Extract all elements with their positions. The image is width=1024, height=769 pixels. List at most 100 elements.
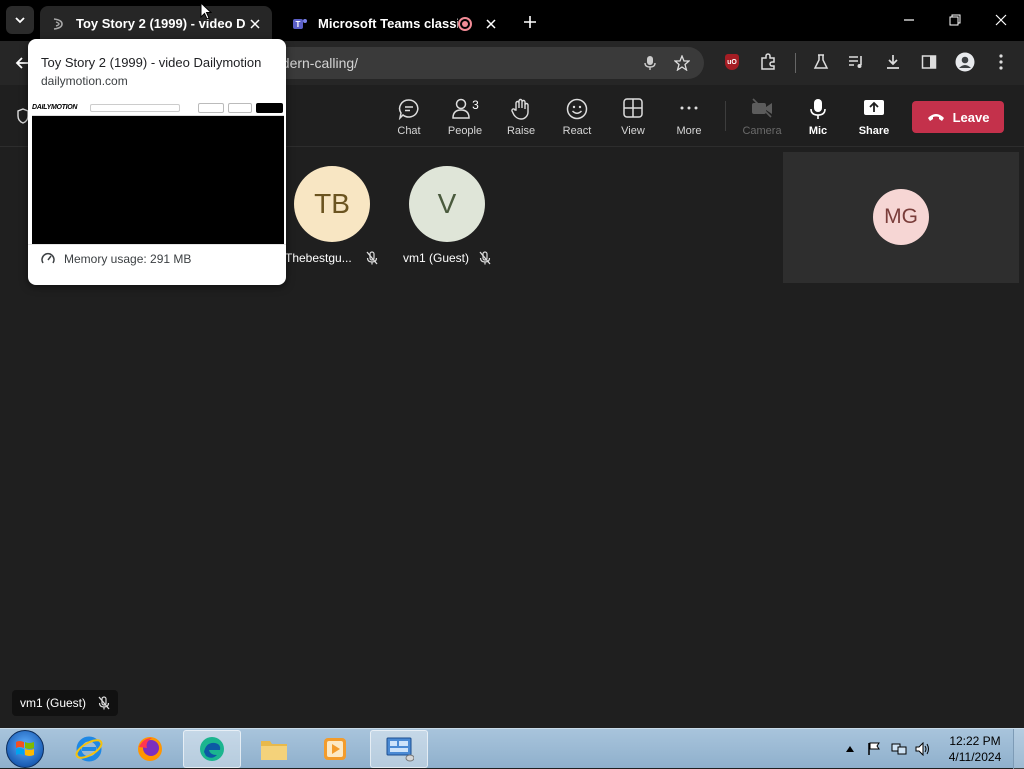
people-button[interactable]: 3 People [437,85,493,147]
react-button[interactable]: React [549,85,605,147]
tab-search-button[interactable] [6,6,34,34]
avatar: V [409,166,485,242]
side-panel-icon[interactable] [918,51,940,73]
close-icon [995,14,1007,26]
ublock-origin-icon[interactable]: uO [721,51,743,73]
chevron-up-icon [846,746,854,752]
mic-label: Mic [808,125,828,137]
minimize-button[interactable] [886,0,932,40]
show-hidden-icons-button[interactable] [842,729,858,769]
media-player-icon [324,738,346,760]
restore-icon [949,14,961,26]
thumbnail-button [198,103,224,113]
participant-tile-tb[interactable]: TB Thebestgu... [285,166,378,265]
show-desktop-button[interactable] [1013,729,1024,769]
raise-label: Raise [506,125,536,137]
start-button[interactable] [6,730,44,768]
participant-name: Thebestgu... [285,251,378,265]
tab-title: Microsoft Teams classic [318,16,458,31]
chevron-down-icon [15,17,25,24]
participant-name-text: vm1 (Guest) [403,251,470,265]
thumbnail-logo: DAILYMOTION [32,104,78,111]
clock-date: 4/11/2024 [948,750,1002,764]
avatar: MG [873,189,929,245]
edge-browser-icon [200,737,224,761]
leave-button[interactable]: Leave [912,101,1004,133]
volume-icon[interactable] [913,729,933,769]
taskbar-firefox[interactable] [121,730,179,768]
people-icon [452,98,470,119]
browser-tab-strip: Toy Story 2 (1999) - video Dailymotion T… [0,0,1024,41]
raise-hand-button[interactable]: Raise [493,85,549,147]
close-tab-icon[interactable] [482,15,500,33]
more-label: More [676,125,702,137]
mic-off-icon [366,251,378,265]
taskbar-edge[interactable] [183,730,241,768]
self-view-label: vm1 (Guest) [12,690,119,716]
teams-favicon-icon: T [292,16,308,32]
hover-card-domain: dailymotion.com [41,74,128,88]
profile-avatar-icon[interactable] [954,51,976,73]
participant-tile-v[interactable]: V vm1 (Guest) [403,166,491,265]
hang-up-icon [927,114,944,121]
firefox-icon [138,737,162,761]
action-center-flag-icon[interactable] [864,729,884,769]
gauge-icon [41,253,55,264]
self-name: vm1 (Guest) [20,696,87,710]
bookmark-star-icon[interactable] [672,53,692,73]
taskbar-file-explorer[interactable] [245,730,303,768]
mic-off-icon [479,251,491,265]
folder-icon [261,741,287,760]
mic-off-icon [98,696,110,710]
raise-hand-icon [511,98,529,120]
participant-name-text: Thebestgu... [285,251,352,265]
dailymotion-favicon-icon [50,16,66,32]
close-window-button[interactable] [978,0,1024,40]
browser-menu-icon[interactable] [990,51,1012,73]
internet-explorer-icon [75,736,103,762]
new-tab-button[interactable] [518,10,542,34]
plus-icon [524,16,536,28]
leave-label: Leave [952,109,990,125]
toolbar-separator [795,53,796,73]
taskbar-internet-explorer[interactable] [60,730,118,768]
chat-label: Chat [397,125,421,137]
close-tab-icon[interactable] [246,15,264,33]
more-button[interactable]: More [661,85,717,147]
clock-time: 12:22 PM [949,734,1001,748]
download-icon[interactable] [882,51,904,73]
view-label: View [621,125,645,137]
thumbnail-header: DAILYMOTION [32,101,284,116]
tab-dailymotion[interactable]: Toy Story 2 (1999) - video Dailymotion [40,6,272,41]
meeting-bar-separator [725,101,726,131]
camera-button[interactable]: Camera [734,85,790,147]
system-clock[interactable]: 12:22 PM 4/11/2024 [940,733,1010,765]
participant-tile-mg[interactable]: MG [783,152,1019,283]
grid-view-icon [623,98,643,118]
smiley-icon [566,98,588,120]
taskbar-remote-desktop[interactable] [370,730,428,768]
more-ellipsis-icon [680,106,698,110]
microphone-icon[interactable] [640,53,660,73]
labs-flask-icon[interactable] [810,51,832,73]
extensions-puzzle-icon[interactable] [757,51,779,73]
share-button[interactable]: Share [846,85,902,147]
chat-button[interactable]: Chat [381,85,437,147]
mic-button[interactable]: Mic [790,85,846,147]
microphone-icon [810,99,826,119]
tab-teams[interactable]: T Microsoft Teams classic [282,6,508,41]
taskbar-media-player[interactable] [306,730,364,768]
tab-hover-card: Toy Story 2 (1999) - video Dailymotion d… [28,39,286,285]
remote-desktop-icon [386,737,414,762]
media-controls-icon[interactable] [846,51,868,73]
hover-card-divider [28,244,286,245]
view-button[interactable]: View [605,85,661,147]
restore-button[interactable] [932,0,978,40]
network-icon[interactable] [889,729,909,769]
camera-label: Camera [742,125,782,137]
windows-logo-icon [16,741,34,756]
share-screen-icon [864,100,884,115]
avatar: TB [294,166,370,242]
chat-bubble-icon [398,99,419,120]
memory-usage-text: Memory usage: 291 MB [64,252,192,266]
